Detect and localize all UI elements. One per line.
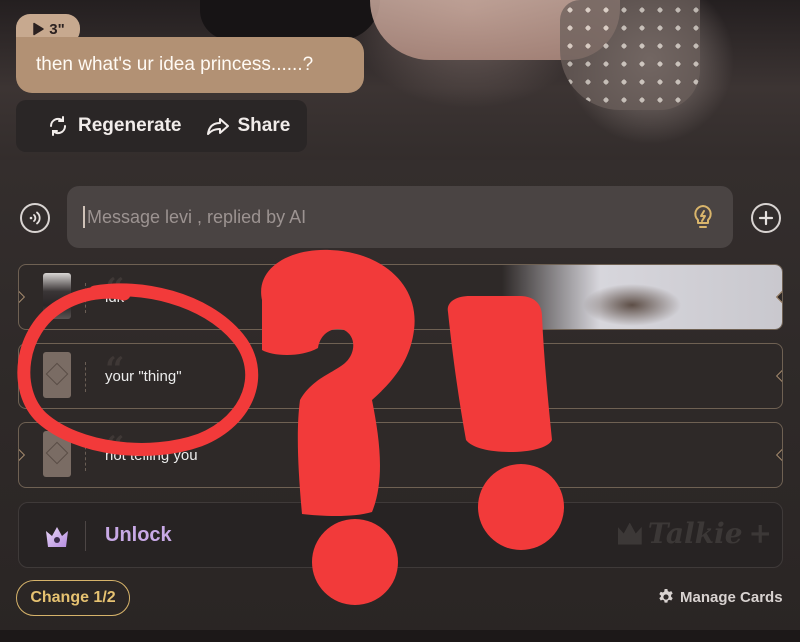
card-ornament [19,447,26,463]
regenerate-button[interactable]: Regenerate [46,114,182,138]
text-caret [83,206,85,228]
card-ornament [19,368,26,384]
gear-icon [659,589,673,603]
add-button[interactable] [751,203,781,233]
talkie-crown-icon [617,522,642,545]
talkie-brand-text: Talkie [647,517,743,550]
card-artwork [502,265,782,329]
card-placeholder-thumbnail [43,352,71,398]
play-icon [33,22,45,36]
ai-message-text: then what's ur idea princess......? [36,54,314,75]
voice-duration: 3" [49,20,65,38]
card-divider [85,441,86,471]
card-divider [85,362,86,392]
manage-cards-button[interactable]: Manage Cards [657,588,783,606]
message-input[interactable]: Message levi , replied by AI [67,186,733,248]
talkie-plus-icon: + [748,517,772,550]
background-sleeve [200,0,380,40]
reply-card-text: your "thing" [105,368,182,385]
voice-mode-button[interactable] [20,203,50,233]
card-ornament [775,368,782,384]
crown-icon [46,527,68,547]
unlock-label: Unlock [105,524,172,546]
regenerate-label: Regenerate [78,115,182,136]
ai-message-bubble: then what's ur idea princess......? [16,37,364,93]
card-divider [85,283,86,313]
change-cards-button[interactable]: Change 1/2 [16,580,130,616]
card-character-thumbnail [43,273,71,319]
message-actions: Regenerate Share [16,100,307,152]
share-button[interactable]: Share [206,114,291,138]
unlock-divider [85,521,86,551]
reply-card-3[interactable]: “ not telling you [18,422,783,488]
talkie-logo: Talkie + [617,517,772,550]
manage-cards-label: Manage Cards [680,588,783,606]
share-label: Share [237,115,291,136]
reply-card-text: not telling you [105,447,198,464]
reply-card-text: idk [105,289,125,306]
card-placeholder-thumbnail [43,431,71,477]
card-ornament [19,289,26,305]
card-ornament [775,447,782,463]
refresh-icon [49,116,67,136]
lightbulb-icon[interactable] [689,203,717,231]
bottom-edge [0,630,800,642]
change-cards-label: Change 1/2 [30,589,116,606]
reply-card-2[interactable]: “ your "thing" [18,343,783,409]
message-placeholder: Message levi , replied by AI [87,206,307,227]
background-lace [560,0,700,110]
reply-card-1[interactable]: “ idk [18,264,783,330]
sound-waves-icon [29,211,41,225]
plus-icon [758,210,774,226]
share-icon [206,118,229,135]
unlock-card[interactable]: Unlock Talkie + [18,502,783,568]
